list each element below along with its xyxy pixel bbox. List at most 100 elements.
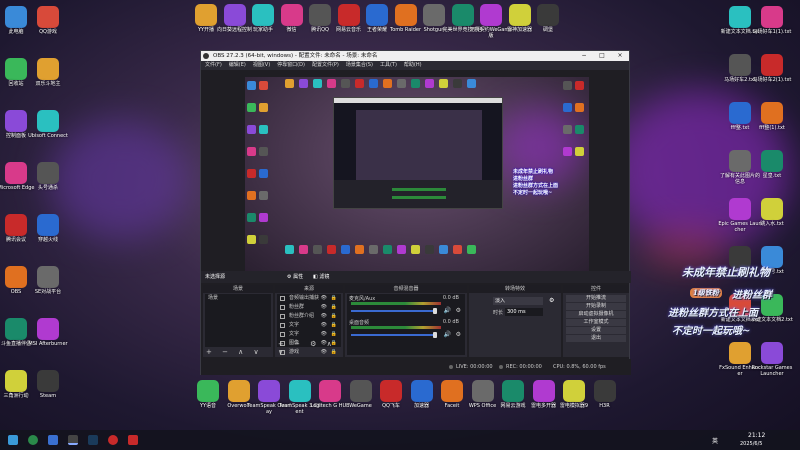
preview-nested-obs bbox=[333, 97, 503, 209]
lock-icon[interactable]: 🔒 bbox=[331, 303, 337, 312]
right-desktop-icon-8[interactable]: 马场好车2(1).txt bbox=[750, 54, 794, 83]
obs-titlebar[interactable]: OBS 27.2.3 (64-bit, windows) - 配置文件: 未命名… bbox=[201, 51, 629, 61]
source-item[interactable]: 粉丝群介绍 👁 🔒 bbox=[277, 312, 341, 321]
left-desktop-icon-1[interactable]: QQ游戏 bbox=[26, 6, 70, 35]
windows-start-icon[interactable] bbox=[8, 435, 18, 445]
top-desktop-icon-15[interactable]: 碉堡 bbox=[526, 4, 570, 33]
desktop-app-icon bbox=[5, 110, 27, 132]
preview-icon bbox=[247, 191, 256, 200]
properties-button[interactable]: ⚙ 属性 bbox=[287, 271, 303, 283]
eye-icon[interactable]: 👁 bbox=[321, 294, 327, 303]
preview-icon bbox=[247, 169, 256, 178]
desktop-app-icon bbox=[729, 150, 751, 172]
desktop-icon-label: 头号通杀 bbox=[37, 185, 58, 191]
taskbar-steam-icon[interactable] bbox=[88, 435, 98, 445]
mic-gear-icon[interactable]: ⚙ bbox=[456, 307, 461, 314]
control-button-1[interactable]: 开始录制 bbox=[566, 303, 626, 310]
tray-date[interactable]: 2025/6/5 bbox=[740, 441, 762, 447]
scenes-list: 场景 bbox=[205, 294, 271, 347]
desktop-app-icon bbox=[537, 4, 559, 26]
right-desktop-icon-14[interactable]: 跳入水.txt bbox=[750, 198, 794, 227]
menu-item-2[interactable]: 视图(V) bbox=[253, 62, 270, 68]
lock-icon[interactable]: 🔒 bbox=[331, 312, 337, 321]
lock-icon[interactable]: 🔒 bbox=[331, 330, 337, 339]
right-desktop-icon-10[interactable]: fff整(1).txt bbox=[750, 102, 794, 131]
lock-icon[interactable]: 🔒 bbox=[331, 294, 337, 303]
eye-icon[interactable]: 👁 bbox=[321, 303, 327, 312]
control-button-0[interactable]: 开始推流 bbox=[566, 295, 626, 302]
source-item[interactable]: 音频输出捕获 👁 🔒 bbox=[277, 294, 341, 303]
close-icon[interactable]: × bbox=[611, 51, 629, 61]
desktop-icon-label: 星皇.txt bbox=[762, 173, 782, 179]
right-desktop-icon-6[interactable]: 马场好车1(1).txt bbox=[750, 6, 794, 35]
duration-input[interactable]: 300 ms bbox=[505, 308, 543, 316]
control-button-4[interactable]: 设置 bbox=[566, 327, 626, 334]
source-tools[interactable]: + − ⚙ ∧ ∨ bbox=[278, 340, 343, 356]
desktop-icon-label: 跳入水.txt bbox=[760, 221, 784, 227]
obs-preview[interactable]: 未成年禁止刷礼物 进粉丝群 进粉丝群方式在上面 不定时一起玩哦~ bbox=[245, 77, 589, 271]
desktop-volume-knob[interactable] bbox=[433, 332, 437, 338]
eye-icon[interactable]: 👁 bbox=[321, 321, 327, 330]
left-desktop-icon-3[interactable]: 双乐斗地主 bbox=[26, 58, 70, 87]
controls-list: 开始推流 开始录制 启动虚拟摄像机 工作室模式 设置 退出 bbox=[563, 293, 629, 342]
left-desktop-icon-5[interactable]: Ubisoft Connect bbox=[26, 110, 70, 139]
tray-time[interactable]: 21:12 bbox=[748, 432, 765, 439]
menu-item-5[interactable]: 场景集合(S) bbox=[346, 62, 373, 68]
taskbar-app-icon[interactable] bbox=[28, 435, 38, 445]
filters-button[interactable]: ◧ 滤镜 bbox=[313, 271, 329, 283]
taskbar-app-icon[interactable] bbox=[108, 435, 118, 445]
left-desktop-icon-7[interactable]: 头号通杀 bbox=[26, 162, 70, 191]
menu-item-7[interactable]: 帮助(H) bbox=[404, 62, 422, 68]
preview-icon bbox=[575, 81, 584, 90]
eye-icon[interactable]: 👁 bbox=[321, 330, 327, 339]
desktop-app-icon bbox=[37, 162, 59, 184]
obs-title: OBS 27.2.3 (64-bit, windows) - 配置文件: 未命名… bbox=[213, 53, 378, 59]
preview-icon bbox=[247, 103, 256, 112]
source-type-icon bbox=[280, 296, 285, 301]
menu-item-4[interactable]: 配置文件(P) bbox=[312, 62, 339, 68]
source-type-icon bbox=[280, 305, 285, 310]
control-button-5[interactable]: 退出 bbox=[566, 335, 626, 342]
preview-icon bbox=[575, 103, 584, 112]
menu-item-6[interactable]: 工具(T) bbox=[380, 62, 397, 68]
scene-item[interactable]: 场景 bbox=[205, 294, 271, 303]
taskbar-obs-icon[interactable] bbox=[68, 435, 78, 445]
maximize-icon[interactable]: □ bbox=[593, 51, 611, 61]
desktop-gear-icon[interactable]: ⚙ bbox=[456, 331, 461, 338]
taskbar-app-icon[interactable] bbox=[48, 435, 58, 445]
preview-icon bbox=[467, 79, 476, 88]
preview-icon bbox=[369, 245, 378, 254]
left-desktop-icon-13[interactable]: MSI Afterburner bbox=[26, 318, 70, 347]
mic-volume-slider[interactable] bbox=[351, 310, 435, 312]
eye-icon[interactable]: 👁 bbox=[321, 312, 327, 321]
left-desktop-icon-9[interactable]: 穿越火线 bbox=[26, 214, 70, 243]
mic-volume-knob[interactable] bbox=[433, 308, 437, 314]
source-item[interactable]: 粉丝群 👁 🔒 bbox=[277, 303, 341, 312]
desktop-volume-slider[interactable] bbox=[351, 334, 435, 336]
source-item[interactable]: 文字 👁 🔒 bbox=[277, 321, 341, 330]
left-desktop-icon-15[interactable]: Steam bbox=[26, 370, 70, 399]
desktop-app-icon bbox=[5, 162, 27, 184]
right-desktop-icon-20[interactable]: Rockstar Games Launcher bbox=[750, 342, 794, 377]
preview-icon bbox=[259, 125, 268, 134]
minimize-icon[interactable]: − bbox=[575, 51, 593, 61]
lock-icon[interactable]: 🔒 bbox=[331, 321, 337, 330]
menu-item-1[interactable]: 编辑(E) bbox=[229, 62, 246, 68]
left-desktop-icon-11[interactable]: SE对战平台 bbox=[26, 266, 70, 295]
transition-select[interactable]: 淡入 bbox=[493, 297, 543, 305]
taskbar-app-icon[interactable] bbox=[128, 435, 138, 445]
menu-item-0[interactable]: 文件(F) bbox=[205, 62, 222, 68]
desktop-mute-icon[interactable]: 🔊 bbox=[444, 331, 451, 338]
bottom-desktop-icon-15[interactable]: H3R bbox=[583, 380, 627, 409]
right-desktop-icon-12[interactable]: 星皇.txt bbox=[750, 150, 794, 179]
source-item[interactable]: 文字 👁 🔒 bbox=[277, 330, 341, 339]
menu-item-3[interactable]: 停靠窗口(D) bbox=[277, 62, 305, 68]
mixer-channel-mic: 麦克风/Aux 0.0 dB 🔊 ⚙ bbox=[347, 294, 465, 318]
obs-window[interactable]: OBS 27.2.3 (64-bit, windows) - 配置文件: 未命名… bbox=[200, 50, 631, 375]
scene-tools[interactable]: + − ∧ ∨ bbox=[206, 348, 263, 356]
control-button-2[interactable]: 启动虚拟摄像机 bbox=[566, 311, 626, 318]
tray-lang[interactable]: 英 bbox=[712, 436, 718, 445]
mic-mute-icon[interactable]: 🔊 bbox=[444, 307, 451, 314]
transition-gear-icon[interactable]: ⚙ bbox=[549, 297, 554, 304]
control-button-3[interactable]: 工作室模式 bbox=[566, 319, 626, 326]
